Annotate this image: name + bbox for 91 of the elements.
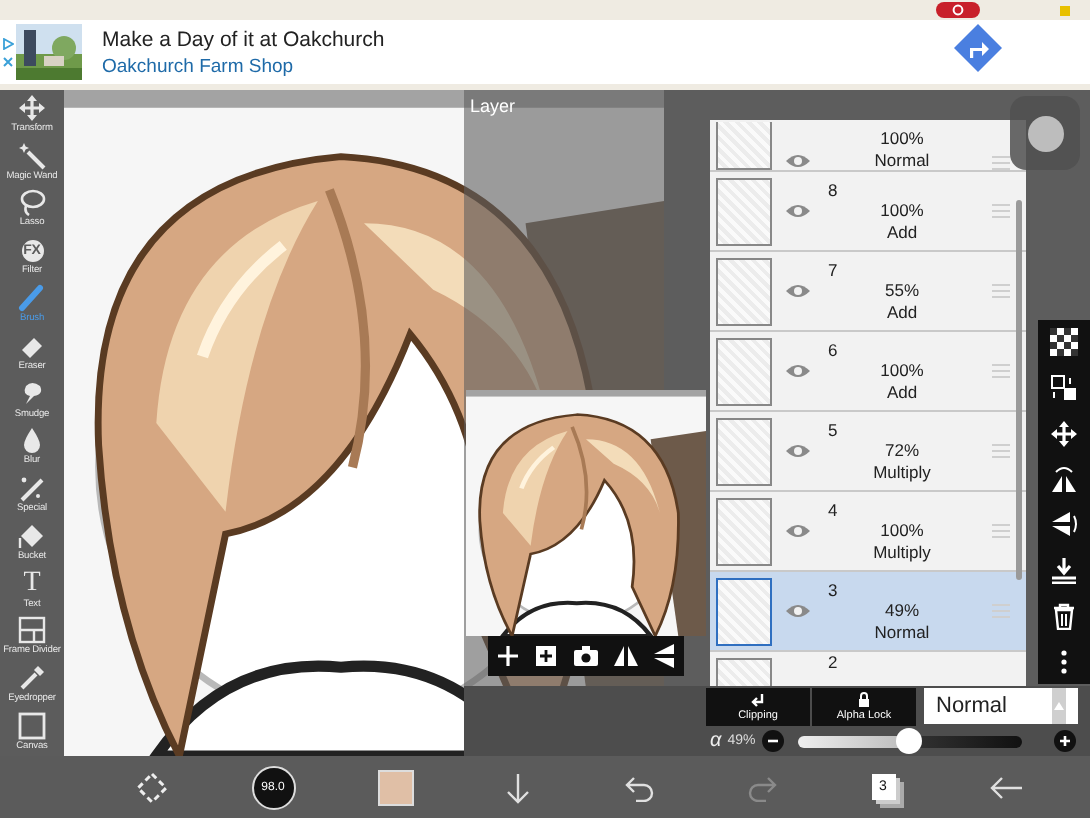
layer-row[interactable]: 5 72% Multiply <box>710 412 1026 492</box>
wand-icon <box>18 141 46 170</box>
layer-row[interactable]: 8 100% Add <box>710 172 1026 252</box>
layer-blend-mode: Add <box>886 301 918 323</box>
layer-thumbnail <box>716 177 772 245</box>
layer-opacity: 100% <box>880 128 924 149</box>
layer-number: 4 <box>826 499 838 521</box>
layer-row[interactable]: 2 <box>710 652 1026 686</box>
drag-handle-icon <box>992 604 1010 618</box>
eye-icon[interactable] <box>784 202 812 220</box>
drag-handle-icon <box>992 364 1010 378</box>
frame-icon <box>18 616 46 645</box>
down-arrow-icon[interactable] <box>503 771 531 803</box>
close-icon[interactable] <box>2 55 14 67</box>
eye-icon[interactable] <box>784 362 812 380</box>
directions-icon[interactable] <box>954 23 1002 71</box>
layer-blend-mode: Normal <box>874 621 930 643</box>
drop-icon <box>18 426 46 455</box>
layer-blend-mode: Add <box>886 381 918 403</box>
ring-icon <box>952 4 964 16</box>
layer-opacity: 55% <box>884 280 919 302</box>
merge-down-icon[interactable] <box>1050 556 1078 585</box>
layer-thumbnail <box>716 122 772 170</box>
ad-choices-icon[interactable] <box>2 37 14 49</box>
slider-thumb[interactable] <box>895 727 922 753</box>
brush-icon <box>18 284 46 313</box>
layer-row[interactable]: 7 55% Add <box>710 252 1026 332</box>
layer-number: 8 <box>826 179 838 201</box>
layer-row[interactable]: 3 49% Normal <box>710 572 1026 652</box>
layer-thumbnail <box>716 417 772 485</box>
drag-handle-icon <box>992 156 1010 170</box>
status-icon <box>1060 5 1070 15</box>
layer-row[interactable]: 6 100% Add <box>710 332 1026 412</box>
layer-number: 3 <box>826 579 838 601</box>
eyedropper-icon <box>18 664 46 693</box>
move-arrows-icon <box>18 93 46 122</box>
ad-pill-button[interactable] <box>936 2 980 18</box>
square-icon <box>18 712 46 741</box>
layer-opacity: 100% <box>880 200 924 222</box>
eye-icon[interactable] <box>784 602 812 620</box>
opacity-label: α <box>710 730 722 752</box>
scroll-bar[interactable] <box>1016 200 1022 580</box>
layer-blend-mode: Multiply <box>873 541 931 563</box>
layer-row[interactable]: 4 100% Multiply <box>710 492 1026 572</box>
layer-thumbnail <box>716 337 772 405</box>
layer-number: 6 <box>826 339 838 361</box>
text-icon: T <box>23 569 41 598</box>
trash-icon[interactable] <box>1050 601 1078 630</box>
drag-handle-icon <box>992 524 1010 538</box>
eye-icon[interactable] <box>784 152 812 170</box>
layer-opacity: 49% <box>884 600 919 622</box>
selection-icon[interactable] <box>135 771 167 803</box>
flip-vertical-icon[interactable] <box>1050 510 1078 539</box>
blend-mode-dropdown[interactable]: Normal <box>924 688 1078 724</box>
layer-number: 2 <box>826 652 838 673</box>
drag-handle-icon <box>992 284 1010 298</box>
layer-opacity: 72% <box>884 440 919 462</box>
caret-icon <box>1054 702 1064 710</box>
bucket-icon <box>18 521 46 550</box>
assistive-touch-button[interactable] <box>1010 96 1080 170</box>
flip-horizontal-icon[interactable] <box>1050 465 1078 494</box>
drag-handle-icon <box>992 204 1010 218</box>
clipping-icon <box>750 691 766 707</box>
layer-opacity: 100% <box>880 360 924 382</box>
layer-thumbnail <box>716 577 772 645</box>
checkerboard-icon[interactable] <box>1050 328 1078 357</box>
undo-icon[interactable] <box>623 773 655 801</box>
minus-button[interactable] <box>761 730 784 752</box>
lasso-icon <box>18 188 46 217</box>
eye-icon[interactable] <box>784 282 812 300</box>
layer-blend-mode: Add <box>886 221 918 243</box>
layer-number: 7 <box>826 259 838 281</box>
layer-row[interactable]: 100% Normal <box>710 120 1026 172</box>
color-swatch[interactable] <box>377 769 413 805</box>
layer-blend-mode: Normal <box>874 149 930 170</box>
lock-icon <box>856 691 872 707</box>
drag-handle-icon <box>992 444 1010 458</box>
eye-icon[interactable] <box>784 442 812 460</box>
plus-button[interactable] <box>1054 730 1076 752</box>
eye-icon[interactable] <box>784 522 812 540</box>
layer-number: 5 <box>826 419 838 441</box>
layer-opacity: 100% <box>880 520 924 542</box>
ad-title[interactable]: Make a Day of it at Oakchurch <box>102 27 954 51</box>
back-arrow-icon[interactable] <box>987 773 1023 801</box>
sparkle-pen-icon <box>18 474 46 503</box>
ad-subtitle[interactable]: Oakchurch Farm Shop <box>102 55 954 77</box>
swap-layer-icon[interactable] <box>1050 374 1078 403</box>
move-icon[interactable] <box>1050 419 1078 448</box>
layer-blend-mode: Multiply <box>873 461 931 483</box>
layer-thumbnail <box>716 257 772 325</box>
layer-thumbnail <box>716 497 772 565</box>
